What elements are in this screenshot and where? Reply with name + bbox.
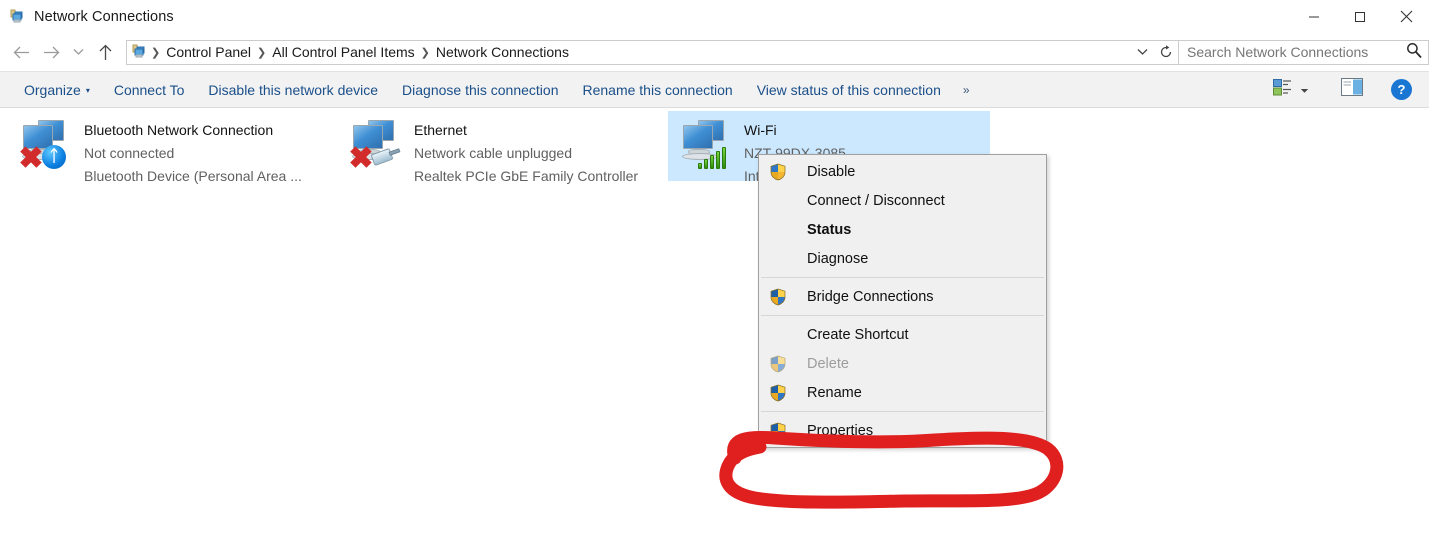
shield-icon <box>769 288 787 306</box>
menu-item-label: Connect / Disconnect <box>807 192 945 209</box>
connection-device: Realtek PCIe GbE Family Controller <box>414 168 639 184</box>
recent-locations-button[interactable] <box>66 37 90 67</box>
menu-item-delete: Delete <box>759 349 1046 378</box>
forward-button[interactable] <box>36 37 66 67</box>
search-icon[interactable] <box>1406 42 1422 63</box>
menu-separator <box>761 277 1044 278</box>
menu-item-rename[interactable]: Rename <box>759 378 1046 407</box>
search-box[interactable]: Search Network Connections <box>1179 39 1429 65</box>
menu-item-disable[interactable]: Disable <box>759 157 1046 186</box>
connection-device: Bluetooth Device (Personal Area ... <box>84 168 302 184</box>
command-connect-to[interactable]: Connect To <box>102 76 197 104</box>
connection-status: Network cable unplugged <box>414 145 572 161</box>
preview-pane-icon <box>1341 78 1363 101</box>
breadcrumb-separator[interactable]: ❯ <box>256 46 267 59</box>
breadcrumb-separator[interactable]: ❯ <box>150 46 161 59</box>
address-bar: ❯ Control Panel ❯ All Control Panel Item… <box>0 33 1429 71</box>
menu-item-label: Delete <box>807 355 849 372</box>
menu-item-create-shortcut[interactable]: Create Shortcut <box>759 320 1046 349</box>
menu-separator <box>761 411 1044 412</box>
breadcrumb-separator[interactable]: ❯ <box>420 46 431 59</box>
chevron-down-icon: ▾ <box>85 86 90 96</box>
network-adapter-icon: ✖ ᛏ <box>16 117 74 175</box>
connection-name: Bluetooth Network Connection <box>84 122 274 138</box>
shield-icon <box>769 355 787 373</box>
shield-icon <box>769 384 787 402</box>
command-rename-this-connection[interactable]: Rename this connection <box>570 76 744 104</box>
command-label: Organize <box>24 81 81 98</box>
breadcrumb[interactable]: ❯ Control Panel ❯ All Control Panel Item… <box>126 39 1179 65</box>
breadcrumb-item-network-connections[interactable]: Network Connections <box>431 44 574 60</box>
command-bar: Organize ▾ Connect To Disable this networ… <box>0 71 1429 108</box>
menu-item-label: Status <box>807 221 852 238</box>
menu-item-label: Rename <box>807 384 862 401</box>
menu-separator <box>761 315 1044 316</box>
preview-pane-button[interactable] <box>1334 75 1370 105</box>
menu-item-connect-disconnect[interactable]: Connect / Disconnect <box>759 186 1046 215</box>
list-item[interactable]: ✖ ᛏ Bluetooth Network Connection Not con… <box>8 111 330 184</box>
chevron-down-icon[interactable] <box>1300 81 1309 99</box>
menu-item-label: Create Shortcut <box>807 326 909 343</box>
title-bar: Network Connections <box>0 0 1429 33</box>
search-input[interactable]: Search Network Connections <box>1187 44 1368 60</box>
menu-item-properties[interactable]: Properties <box>759 416 1046 445</box>
connection-status: Not connected <box>84 145 175 161</box>
unplugged-cable-badge-icon <box>370 147 401 167</box>
command-overflow-button[interactable]: » <box>953 83 980 97</box>
refresh-button[interactable] <box>1154 41 1178 64</box>
address-dropdown-button[interactable] <box>1130 41 1154 64</box>
breadcrumb-item-control-panel[interactable]: Control Panel <box>161 44 256 60</box>
maximize-button[interactable] <box>1337 0 1383 33</box>
close-button[interactable] <box>1383 0 1429 33</box>
command-disable-this-network-device[interactable]: Disable this network device <box>196 76 390 104</box>
connection-name: Ethernet <box>414 122 467 138</box>
connections-list: ✖ ᛏ Bluetooth Network Connection Not con… <box>0 108 1429 545</box>
control-panel-icon <box>132 44 148 60</box>
disconnected-x-icon: ✖ <box>18 142 44 175</box>
signal-bars-badge-icon <box>698 145 728 169</box>
network-adapter-icon <box>676 117 734 171</box>
network-connections-icon <box>10 9 26 25</box>
menu-item-label: Properties <box>807 422 874 439</box>
command-view-status-of-this-connection[interactable]: View status of this connection <box>745 76 953 104</box>
window-title: Network Connections <box>34 8 174 25</box>
menu-item-bridge-connections[interactable]: Bridge Connections <box>759 282 1046 311</box>
context-menu: Disable Connect / Disconnect Status Diag… <box>758 154 1047 448</box>
list-item[interactable]: ✖ Ethernet Network cable unplugged Realt… <box>338 111 660 184</box>
command-organize[interactable]: Organize ▾ <box>12 76 102 104</box>
help-icon: ? <box>1391 79 1412 100</box>
command-diagnose-this-connection[interactable]: Diagnose this connection <box>390 76 570 104</box>
bluetooth-badge-icon: ᛏ <box>42 145 66 169</box>
menu-item-label: Bridge Connections <box>807 288 934 305</box>
change-view-icon <box>1273 78 1292 101</box>
minimize-button[interactable] <box>1291 0 1337 33</box>
connection-name: Wi-Fi <box>744 122 777 138</box>
up-button[interactable] <box>90 37 120 67</box>
menu-item-diagnose[interactable]: Diagnose <box>759 244 1046 273</box>
change-view-button[interactable] <box>1266 75 1316 105</box>
shield-icon <box>769 163 787 181</box>
shield-icon <box>769 422 787 440</box>
menu-item-label: Disable <box>807 163 856 180</box>
breadcrumb-item-all-control-panel-items[interactable]: All Control Panel Items <box>267 44 419 60</box>
help-button[interactable]: ? <box>1384 75 1419 105</box>
window-controls <box>1291 0 1429 33</box>
back-button[interactable] <box>6 37 36 67</box>
menu-item-status[interactable]: Status <box>759 215 1046 244</box>
menu-item-label: Diagnose <box>807 250 869 267</box>
network-adapter-icon: ✖ <box>346 117 404 174</box>
